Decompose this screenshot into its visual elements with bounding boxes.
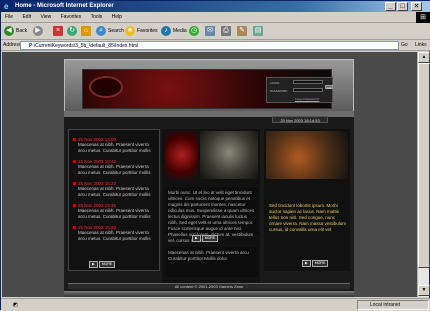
address-label: Address [3,42,22,48]
game-screenshot-3 [266,131,348,179]
login-label: LOGIN: [270,81,281,85]
links-button[interactable]: Links [415,40,427,51]
news-column: 25 Nov 2003 13:00 Maecenas at nibh. Prae… [68,129,160,271]
title-bar: e Home - Microsoft Internet Explorer _ □… [1,1,430,12]
more-arrow-icon: ▶ [302,260,311,267]
media-icon: ♪ [161,25,171,36]
forward-button[interactable]: ▶ [33,25,45,38]
star-icon: ★ [125,25,135,36]
mail-button[interactable]: ✉ [205,25,217,38]
password-input[interactable] [293,88,323,92]
print-button[interactable]: ⎙ [221,25,233,38]
password-label: PASSWORD: [270,89,289,93]
minimize-button[interactable]: _ [385,2,396,11]
forward-arrow-icon: ▶ [33,25,43,36]
stop-button[interactable]: × [53,25,65,38]
vertical-scrollbar[interactable]: ▲ ▼ [417,52,430,297]
print-icon: ⎙ [221,25,231,36]
refresh-button[interactable]: ↻ [67,25,79,38]
login-input[interactable] [293,80,323,84]
header-frame: LOGIN: PASSWORD: GO Forgot Password? [64,59,354,113]
news-text: Maecenas at nibh. Praesent viverra arcu … [78,186,151,197]
bullet-icon [73,160,76,164]
site-container: LOGIN: PASSWORD: GO Forgot Password? 25 … [64,59,354,297]
menu-favorites[interactable]: Favorites [57,12,86,23]
window-title: Home - Microsoft Internet Explorer [15,3,114,9]
header-banner: LOGIN: PASSWORD: GO Forgot Password? [82,69,333,109]
footer-bar [64,291,354,297]
windows-flag-icon: ⊞ [416,12,430,23]
login-panel: LOGIN: PASSWORD: GO Forgot Password? [266,77,333,103]
center-more-button[interactable]: ▶ MORE [192,235,219,242]
news-text: Maecenas at nibh. Praesent viverra arcu … [78,230,151,241]
news-text: Maecenas at nibh. Praesent viverra arcu … [78,164,151,175]
center-article: Morbi nunc. Ut et leo at velit eget tinc… [165,187,258,243]
more-arrow-icon: ▶ [89,261,98,268]
mail-icon: ✉ [205,25,215,36]
more-arrow-icon: ▶ [192,235,201,242]
right-more-button[interactable]: ▶ MORE [302,260,329,267]
center-article-2: Maecenas at nibh. Praesent viverra arcu … [165,247,258,277]
search-icon: ⌕ [96,25,106,36]
news-more-button[interactable]: ▶ MORE [89,261,116,268]
page-viewport: LOGIN: PASSWORD: GO Forgot Password? 25 … [2,52,417,297]
center-column: Morbi nunc. Ut et leo at velit eget tinc… [162,129,260,289]
close-button[interactable]: × [411,2,422,11]
back-button[interactable]: ◀ Back [4,25,27,38]
date-display: 25 Nov 2003 18:14:53 [272,116,328,123]
logo-image [89,76,123,98]
browser-window: e Home - Microsoft Internet Explorer _ □… [0,0,430,311]
scroll-down-button[interactable]: ▼ [418,285,430,296]
bullet-icon [73,204,76,208]
stop-icon: × [53,25,63,36]
bullet-icon [73,182,76,186]
news-text: Maecenas at nibh. Praesent viverra arcu … [78,142,151,153]
right-column: Sed tincidunt lobortis ipsum. Morbi auct… [264,129,350,271]
bullet-icon [73,226,76,230]
menu-view[interactable]: View [36,12,55,23]
news-text: Maecenas at nibh. Praesent viverra arcu … [78,208,151,219]
status-bar: ◩ Local intranet [1,298,430,311]
history-icon: ◷ [189,25,199,36]
media-button[interactable]: ♪ Media [161,25,187,38]
bullet-icon [73,138,76,142]
scroll-up-button[interactable]: ▲ [418,52,430,63]
menu-help[interactable]: Help [108,12,126,23]
forgot-password-link[interactable]: Forgot Password? [295,97,319,101]
right-article: Sed tincidunt lobortis ipsum. Morbi auct… [269,203,347,232]
back-arrow-icon: ◀ [4,25,14,36]
discuss-icon: ▤ [253,25,263,36]
favorites-button[interactable]: ★ Favorites [125,25,158,38]
menu-file[interactable]: File [1,12,17,23]
game-screenshot-1 [165,131,198,179]
status-page-icon: ◩ [13,302,18,308]
menu-tools[interactable]: Tools [87,12,107,23]
home-icon: ⌂ [81,25,91,36]
refresh-icon: ↻ [67,25,77,36]
address-input[interactable]: P:\CurrentKeywords\3_5b_\default_85\Inde… [20,41,399,50]
ie-logo-icon: e [4,2,9,11]
toolbar: ◀ Back ▶ × ↻ ⌂ ⌕ Search ★ Favorites ♪ Media … [1,23,430,40]
edit-button[interactable]: ✎ [237,25,249,38]
discuss-button[interactable]: ▤ [253,25,265,38]
game-screenshot-2 [200,131,258,179]
news-list: 25 Nov 2003 13:00 Maecenas at nibh. Prae… [69,130,159,244]
address-bar: Address P:\CurrentKeywords\3_5b_\default… [1,40,430,51]
menu-bar: File Edit View Favorites Tools Help ⊞ [1,12,430,23]
security-zone: Local intranet [357,300,429,310]
search-button[interactable]: ⌕ Search [96,25,124,38]
maximize-button[interactable]: □ [397,2,408,11]
history-button[interactable]: ◷ [189,25,201,38]
menu-edit[interactable]: Edit [18,12,35,23]
footer-copyright: All content © 2001-2003 Gamers Zone [68,283,350,289]
edit-icon: ✎ [237,25,247,36]
go-button[interactable]: Go [401,40,408,51]
login-go-button[interactable]: GO [325,85,333,90]
scroll-thumb[interactable] [418,63,430,268]
home-button[interactable]: ⌂ [81,25,93,38]
